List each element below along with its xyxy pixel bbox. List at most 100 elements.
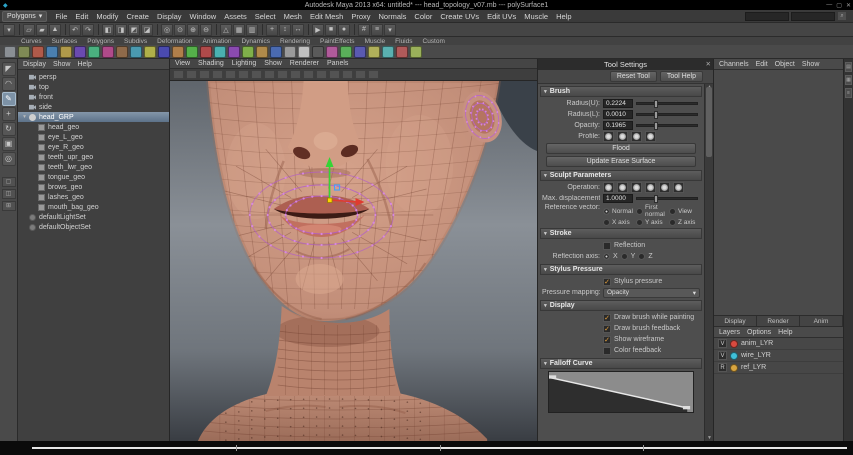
falloff-curve-widget[interactable] [548, 371, 694, 413]
checkbox-show-wireframe[interactable]: ✓ [603, 336, 611, 344]
layer-editor-tab[interactable]: Render [757, 316, 800, 326]
shelf-tool-icon[interactable] [4, 46, 16, 58]
viewport-canvas[interactable] [170, 81, 537, 441]
status-line-icon[interactable]: ↶ [69, 24, 81, 36]
radio-normal[interactable] [603, 208, 610, 215]
toolbox-tool[interactable]: ↻ [2, 122, 16, 136]
push-icon[interactable] [603, 182, 614, 193]
slider-track-max-displacement[interactable] [636, 197, 698, 200]
slider-track-radius-u[interactable] [636, 102, 698, 105]
outliner-item[interactable]: lashes_geo [18, 192, 169, 202]
slider-track-radius-l[interactable] [636, 113, 698, 116]
menu-item[interactable]: Proxy [347, 12, 374, 21]
shelf-tool-icon[interactable] [382, 46, 394, 58]
status-line-icon[interactable]: ◎ [161, 24, 173, 36]
hard-icon[interactable] [631, 131, 642, 142]
shelf-tool-icon[interactable] [340, 46, 352, 58]
status-line-icon[interactable]: ▶ [312, 24, 324, 36]
status-line-icon[interactable]: ■ [325, 24, 337, 36]
status-line-icon[interactable]: ⊙ [174, 24, 186, 36]
status-line-icon[interactable]: ↕ [279, 24, 291, 36]
panel-toggle-icon[interactable]: ▦ [845, 75, 852, 85]
outliner-item[interactable]: eye_L_geo [18, 132, 169, 142]
channel-box-menu-item[interactable]: Channels [719, 61, 749, 68]
menu-item[interactable]: Window [186, 12, 221, 21]
section-header-stylus-pressure[interactable]: ▾Stylus Pressure [540, 264, 702, 275]
menu-item[interactable]: Modify [92, 12, 122, 21]
checkbox-draw-brush-while-painting[interactable]: ✓ [603, 314, 611, 322]
shelf-tool-icon[interactable] [270, 46, 282, 58]
menu-item[interactable]: Edit Mesh [306, 12, 347, 21]
shelf-tab[interactable]: Rendering [275, 38, 315, 45]
scrollbar[interactable]: ▲ ▼ [704, 84, 713, 441]
layer-row[interactable]: R ref_LYR [714, 362, 843, 374]
outliner-item[interactable]: teeth_lwr_geo [18, 162, 169, 172]
radio-x-axis[interactable] [603, 219, 610, 226]
status-line-icon[interactable]: ⊖ [200, 24, 212, 36]
shelf-tool-icon[interactable] [396, 46, 408, 58]
shelf-tab[interactable]: Subdivs [119, 38, 152, 45]
close-icon[interactable]: ✕ [706, 60, 711, 68]
search-icon[interactable]: ⌕ [837, 11, 847, 21]
section-header-falloff-curve[interactable]: ▾Falloff Curve [540, 358, 702, 369]
status-line-icon[interactable]: ▱ [23, 24, 35, 36]
status-line-icon[interactable]: △ [220, 24, 232, 36]
status-line-icon[interactable]: ▾ [3, 24, 15, 36]
checkbox-reflection[interactable] [603, 242, 611, 250]
status-line-icon[interactable]: ▥ [246, 24, 258, 36]
menu-item[interactable]: Edit [71, 12, 92, 21]
layout-shortcut-button[interactable]: ◫ [2, 189, 16, 199]
layer-editor-menu-item[interactable]: Help [778, 329, 792, 336]
shelf-tab[interactable]: Animation [198, 38, 237, 45]
viewport-toolbar-icon[interactable] [199, 70, 210, 79]
checkbox-color-feedback[interactable] [603, 347, 611, 355]
shelf-tool-icon[interactable] [228, 46, 240, 58]
panel-toggle-icon[interactable]: ▤ [845, 62, 852, 72]
viewport-menu-item[interactable]: View [175, 60, 190, 67]
outliner-item[interactable]: teeth_upr_geo [18, 152, 169, 162]
viewport-toolbar-icon[interactable] [238, 70, 249, 79]
layer-color-swatch[interactable] [730, 340, 738, 348]
layout-shortcut-button[interactable]: ▢ [2, 177, 16, 187]
button-update-erase-surface[interactable]: Update Erase Surface [546, 156, 696, 167]
slider-handle[interactable] [654, 195, 658, 203]
shelf-tab[interactable]: Dynamics [236, 38, 275, 45]
medium-icon[interactable] [617, 131, 628, 142]
checkbox-stylus-pressure[interactable]: ✓ [603, 278, 611, 286]
radio-z-axis[interactable] [669, 219, 676, 226]
shelf-tab[interactable]: Surfaces [47, 38, 83, 45]
status-line-icon[interactable]: ↷ [82, 24, 94, 36]
shelf-tool-icon[interactable] [46, 46, 58, 58]
layer-editor-menu-item[interactable]: Layers [719, 329, 740, 336]
status-line-icon[interactable]: ● [338, 24, 350, 36]
erase-icon[interactable] [673, 182, 684, 193]
status-line-icon[interactable]: ▰ [36, 24, 48, 36]
layer-editor-tab[interactable]: Display [714, 316, 757, 326]
scrollbar-thumb[interactable] [706, 87, 712, 157]
shelf-tab[interactable]: Curves [16, 38, 47, 45]
shelf-tool-icon[interactable] [18, 46, 30, 58]
outliner-item[interactable]: front [18, 92, 169, 102]
shelf-tab[interactable]: Custom [418, 38, 450, 45]
shelf-tool-icon[interactable] [158, 46, 170, 58]
smooth-icon[interactable] [631, 182, 642, 193]
minimize-button[interactable]: — [826, 2, 832, 8]
radio-first-normal[interactable] [636, 208, 643, 215]
status-line-icon[interactable]: ◩ [128, 24, 140, 36]
shelf-tool-icon[interactable] [32, 46, 44, 58]
outliner-item[interactable]: tongue_geo [18, 172, 169, 182]
viewport-menu-item[interactable]: Show [264, 60, 282, 67]
status-line-icon[interactable]: ▦ [233, 24, 245, 36]
shelf-tool-icon[interactable] [312, 46, 324, 58]
outliner-item[interactable]: brows_geo [18, 182, 169, 192]
shelf-tool-icon[interactable] [326, 46, 338, 58]
panel-toggle-icon[interactable]: ≡ [845, 88, 852, 98]
section-header-brush[interactable]: ▾Brush [540, 86, 702, 97]
toolbox-tool[interactable]: ▣ [2, 137, 16, 151]
menu-item[interactable]: Create UVs [436, 12, 483, 21]
layer-color-swatch[interactable] [730, 364, 738, 372]
shelf-tool-icon[interactable] [172, 46, 184, 58]
menu-item[interactable]: Display [153, 12, 186, 21]
toolbox-tool[interactable]: ◠ [2, 77, 16, 91]
status-line-icon[interactable]: ▾ [384, 24, 396, 36]
